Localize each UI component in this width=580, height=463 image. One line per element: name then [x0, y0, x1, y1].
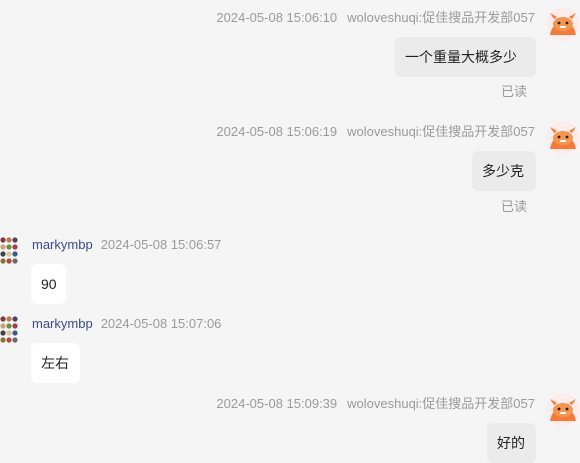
sender-name[interactable]: woloveshuqi:促佳搜品开发部057 — [347, 396, 535, 411]
message-meta: markymbp 2024-05-08 15:07:06 — [32, 316, 231, 332]
message-bubble[interactable]: 90 — [31, 264, 66, 304]
message-meta: 2024-05-08 15:06:10 woloveshuqi:促佳搜品开发部05… — [216, 10, 535, 26]
message-bubble[interactable]: 多少克 — [472, 151, 536, 191]
message-time: 2024-05-08 15:06:57 — [100, 237, 222, 252]
message-meta: 2024-05-08 15:09:39 woloveshuqi:促佳搜品开发部05… — [216, 396, 535, 412]
sender-name[interactable]: woloveshuqi:促佳搜品开发部057 — [347, 10, 535, 25]
message-meta: markymbp 2024-05-08 15:06:57 — [32, 237, 231, 253]
sender-name[interactable]: markymbp — [32, 237, 93, 252]
message-meta: 2024-05-08 15:06:19 woloveshuqi:促佳搜品开发部05… — [216, 124, 535, 140]
sender-name[interactable]: woloveshuqi:促佳搜品开发部057 — [347, 124, 535, 139]
chat-message-list: 2024-05-08 15:06:10 woloveshuqi:促佳搜品开发部05… — [0, 0, 580, 463]
message-bubble[interactable]: 一个重量大概多少 — [395, 37, 536, 77]
message-bubble[interactable]: 好的 — [487, 423, 536, 463]
read-status: 已读 — [501, 199, 528, 214]
sender-name[interactable]: markymbp — [32, 316, 93, 331]
message-time: 2024-05-08 15:06:19 — [216, 124, 338, 139]
other-avatar-icon[interactable] — [0, 237, 22, 269]
self-avatar-icon[interactable] — [546, 121, 580, 155]
read-status: 已读 — [501, 84, 528, 99]
self-avatar-icon[interactable] — [546, 7, 580, 41]
message-time: 2024-05-08 15:06:10 — [216, 10, 338, 25]
other-avatar-icon[interactable] — [0, 316, 22, 348]
message-time: 2024-05-08 15:07:06 — [100, 316, 222, 331]
message-time: 2024-05-08 15:09:39 — [216, 396, 338, 411]
message-bubble[interactable]: 左右 — [31, 343, 80, 383]
self-avatar-icon[interactable] — [546, 393, 580, 427]
